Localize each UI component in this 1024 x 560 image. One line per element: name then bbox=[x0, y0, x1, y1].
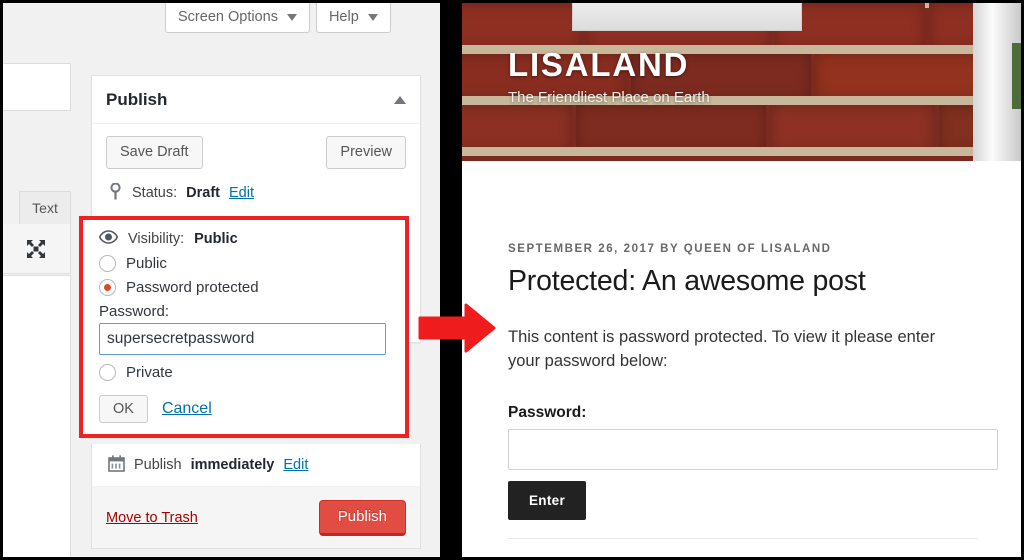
chevron-down-icon bbox=[367, 13, 378, 21]
radio-public[interactable] bbox=[99, 255, 116, 272]
visibility-option-password-protected[interactable]: Password protected bbox=[99, 279, 389, 296]
help-button[interactable]: Help bbox=[315, 3, 391, 33]
grass-sliver-decoration bbox=[1012, 43, 1021, 109]
help-label: Help bbox=[328, 9, 359, 25]
post-status-value: Draft bbox=[186, 185, 220, 202]
post-password-form: Password: Enter bbox=[508, 403, 998, 520]
editor-tab-text[interactable]: Text bbox=[19, 191, 71, 224]
radio-password-protected-label: Password protected bbox=[126, 279, 259, 296]
chevron-down-icon bbox=[286, 13, 297, 21]
cancel-link[interactable]: Cancel bbox=[162, 400, 212, 418]
publish-metabox-title: Publish bbox=[106, 89, 168, 109]
publish-metabox-header[interactable]: Publish bbox=[92, 76, 420, 124]
post-status-edit-link[interactable]: Edit bbox=[229, 185, 254, 201]
password-input[interactable] bbox=[99, 323, 386, 355]
publish-metabox-footer: Move to Trash Publish bbox=[91, 487, 421, 549]
content-divider bbox=[508, 538, 978, 539]
chevron-up-icon[interactable] bbox=[394, 95, 406, 104]
eye-icon bbox=[98, 230, 119, 248]
ok-button[interactable]: OK bbox=[99, 395, 148, 423]
post-title: Protected: An awesome post bbox=[508, 265, 866, 297]
post-status-prefix: Status: bbox=[132, 185, 178, 202]
editor-field-fragment-top bbox=[3, 63, 71, 111]
wordpress-admin-panel: Text Screen Options Help Publish Save Dr… bbox=[0, 0, 440, 560]
site-tagline: The Friendliest Place on Earth bbox=[508, 89, 710, 106]
radio-public-label: Public bbox=[126, 255, 167, 272]
radio-private[interactable] bbox=[99, 364, 116, 381]
visibility-option-private[interactable]: Private bbox=[99, 364, 389, 381]
right-arrow-annotation bbox=[418, 302, 496, 359]
site-content: SEPTEMBER 26, 2017 BY QUEEN OF LISALAND … bbox=[462, 243, 1021, 520]
publish-actions-row: Save Draft Preview bbox=[106, 136, 406, 169]
visibility-prefix: Visibility: bbox=[128, 231, 185, 247]
pin-icon bbox=[108, 182, 123, 204]
post-protected-message: This content is password protected. To v… bbox=[508, 328, 936, 370]
site-header: LISALAND The Friendliest Place on Earth bbox=[462, 3, 1021, 161]
screen-options-label: Screen Options bbox=[178, 9, 278, 25]
radio-private-label: Private bbox=[126, 364, 173, 381]
post-password-label: Password: bbox=[508, 403, 587, 421]
wall-sign-decoration bbox=[572, 3, 802, 31]
radio-password-protected[interactable] bbox=[99, 279, 116, 296]
publish-schedule-prefix: Publish bbox=[134, 457, 182, 473]
visibility-option-public[interactable]: Public bbox=[99, 255, 389, 272]
post-password-input[interactable] bbox=[508, 428, 998, 470]
publish-schedule-value: immediately bbox=[190, 457, 275, 473]
publish-button[interactable]: Publish bbox=[318, 499, 406, 536]
calendar-icon bbox=[108, 454, 125, 476]
editor-toolbar-fragment bbox=[3, 224, 71, 274]
post-meta: SEPTEMBER 26, 2017 BY QUEEN OF LISALAND bbox=[508, 243, 832, 255]
preview-button[interactable]: Preview bbox=[326, 136, 406, 169]
site-title[interactable]: LISALAND bbox=[508, 46, 689, 84]
post-password-submit-button[interactable]: Enter bbox=[508, 480, 587, 520]
screenshot-root: Text Screen Options Help Publish Save Dr… bbox=[0, 0, 1024, 560]
publish-schedule-edit-link[interactable]: Edit bbox=[283, 457, 308, 473]
visibility-settings-highlight: Visibility: Public Public Password prote… bbox=[79, 216, 409, 438]
move-to-trash-link[interactable]: Move to Trash bbox=[106, 510, 198, 526]
post-status-row: Status: Draft Edit bbox=[106, 182, 406, 204]
editor-tab-text-label: Text bbox=[32, 200, 58, 216]
publish-schedule-row: Publish immediately Edit bbox=[91, 444, 421, 487]
fullscreen-icon[interactable] bbox=[25, 238, 47, 260]
password-field-label: Password: bbox=[99, 303, 170, 320]
editor-field-fragment-bottom bbox=[3, 275, 71, 557]
visibility-row: Visibility: Public bbox=[98, 230, 389, 248]
screen-options-button[interactable]: Screen Options bbox=[165, 3, 310, 33]
save-draft-button[interactable]: Save Draft bbox=[106, 136, 203, 169]
visibility-value: Public bbox=[194, 231, 238, 247]
site-preview-panel: LISALAND The Friendliest Place on Earth … bbox=[462, 0, 1024, 560]
admin-top-buttons: Screen Options Help bbox=[165, 3, 391, 33]
visibility-confirm-row: OK Cancel bbox=[99, 395, 389, 423]
